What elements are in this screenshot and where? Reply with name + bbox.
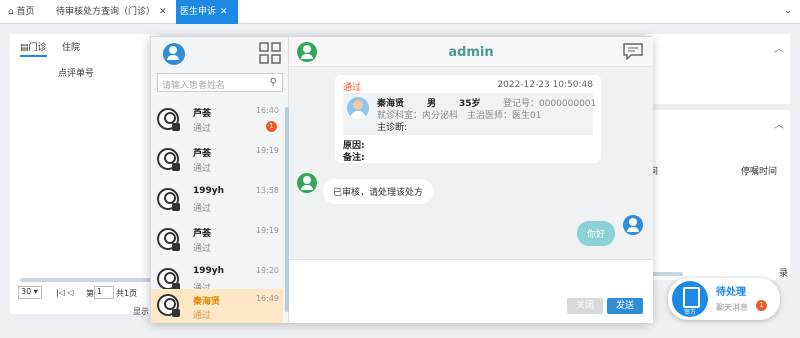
- contact-item[interactable]: 199yh 通过 13:58: [151, 179, 283, 219]
- tab-outpatient[interactable]: ▤门诊: [20, 40, 47, 57]
- document-icon: ▤: [20, 43, 29, 53]
- close-icon[interactable]: ✕: [159, 7, 167, 17]
- patient-info: 秦海贤 男 35岁 登记号：0000000001 就诊科室：内分泌科 主治医师：…: [343, 93, 596, 135]
- page-input[interactable]: 1: [94, 286, 114, 299]
- chat-panel: admin 通过 2022-12-23 10:50:48 秦海贤 男 35岁 登…: [289, 37, 653, 323]
- contact-list-panel: 请输入患者姓名 ⚲ 芦荟 通过 16:40 1 芦荟 通过 19:19 199y…: [151, 37, 289, 323]
- status-label: 通过: [343, 83, 362, 93]
- home-icon: ⌂: [8, 7, 14, 17]
- tab-home[interactable]: ⌂ 首页: [4, 0, 39, 24]
- prescription-card[interactable]: 通过 2022-12-23 10:50:48 秦海贤 男 35岁 登记号：000…: [335, 75, 601, 163]
- tab-doctor-appeal[interactable]: 医生申诉 ✕: [176, 0, 238, 24]
- doctor-avatar-icon: [163, 43, 185, 65]
- horizontal-scrollbar[interactable]: [649, 272, 683, 276]
- contact-item[interactable]: 芦荟 通过 16:40 1: [151, 99, 283, 139]
- right-top-panel: ︿: [645, 34, 790, 104]
- message-icon[interactable]: [623, 43, 643, 61]
- contact-item[interactable]: 芦荟 通过 19:19: [151, 139, 283, 179]
- close-button[interactable]: 关闭: [567, 298, 603, 314]
- chat-modal: 请输入患者姓名 ⚲ 芦荟 通过 16:40 1 芦荟 通过 19:19 199y…: [150, 36, 653, 323]
- message-input[interactable]: 关闭 发送: [289, 259, 653, 323]
- contact-item[interactable]: 芦荟 通过 19:19: [151, 219, 283, 259]
- tab-pending-prescriptions[interactable]: 待审核处方查询（门诊） ✕: [52, 0, 171, 24]
- doctor-avatar-icon: [623, 215, 643, 235]
- chevron-down-icon[interactable]: ⌄: [784, 5, 792, 16]
- contact-item-selected[interactable]: 秦海贤 通过 16:49: [151, 289, 283, 323]
- incoming-message: 已审核，请处理该处方: [323, 179, 434, 204]
- patient-avatar-icon: [157, 228, 180, 251]
- unread-badge: 1: [756, 300, 767, 311]
- patient-avatar-icon: [347, 97, 369, 119]
- collapse-up-icon[interactable]: ︿: [774, 40, 784, 55]
- unread-badge: 1: [266, 121, 277, 132]
- patient-search-input[interactable]: 请输入患者姓名 ⚲: [157, 73, 283, 92]
- pending-widget[interactable]: 审方 待处理 聊天消息 1: [668, 278, 780, 320]
- pending-title: 待处理: [716, 287, 746, 298]
- tab-bar: ⌂ 首页 待审核处方查询（门诊） ✕ 医生申诉 ✕ ⌄: [0, 0, 800, 24]
- page-size-select[interactable]: 30 ▾: [18, 286, 42, 299]
- tab-inpatient[interactable]: 住院: [62, 40, 80, 53]
- patient-avatar-icon: [157, 108, 180, 131]
- send-button[interactable]: 发送: [607, 298, 643, 314]
- left-panel: ▤门诊 住院 点评单号 30 ▾ |◁ ◁ 第 1 共1页 显示: [10, 34, 160, 316]
- patient-avatar-icon: [157, 294, 180, 317]
- horizontal-scrollbar[interactable]: [20, 278, 160, 282]
- grid-icon[interactable]: [259, 42, 281, 64]
- collapse-up-icon[interactable]: ︿: [774, 116, 784, 131]
- right-bottom-panel: ︿ 间 停嘱时间 录: [645, 110, 790, 280]
- patient-avatar-icon: [157, 268, 180, 291]
- outgoing-message: 你好: [577, 221, 616, 246]
- patient-avatar-icon: [157, 148, 180, 171]
- prescription-review-icon: 审方: [672, 281, 708, 317]
- chat-header: admin: [289, 37, 653, 67]
- first-page-icon[interactable]: |◁ ◁: [56, 288, 74, 297]
- column-header: 点评单号: [58, 69, 95, 79]
- pending-subtitle: 聊天消息: [716, 303, 748, 312]
- patient-avatar-icon: [157, 188, 180, 211]
- search-icon[interactable]: ⚲: [270, 77, 277, 88]
- timestamp: 2022-12-23 10:50:48: [497, 80, 593, 90]
- chat-title: admin: [448, 45, 494, 60]
- close-icon[interactable]: ✕: [220, 7, 228, 17]
- admin-avatar-icon: [297, 173, 317, 193]
